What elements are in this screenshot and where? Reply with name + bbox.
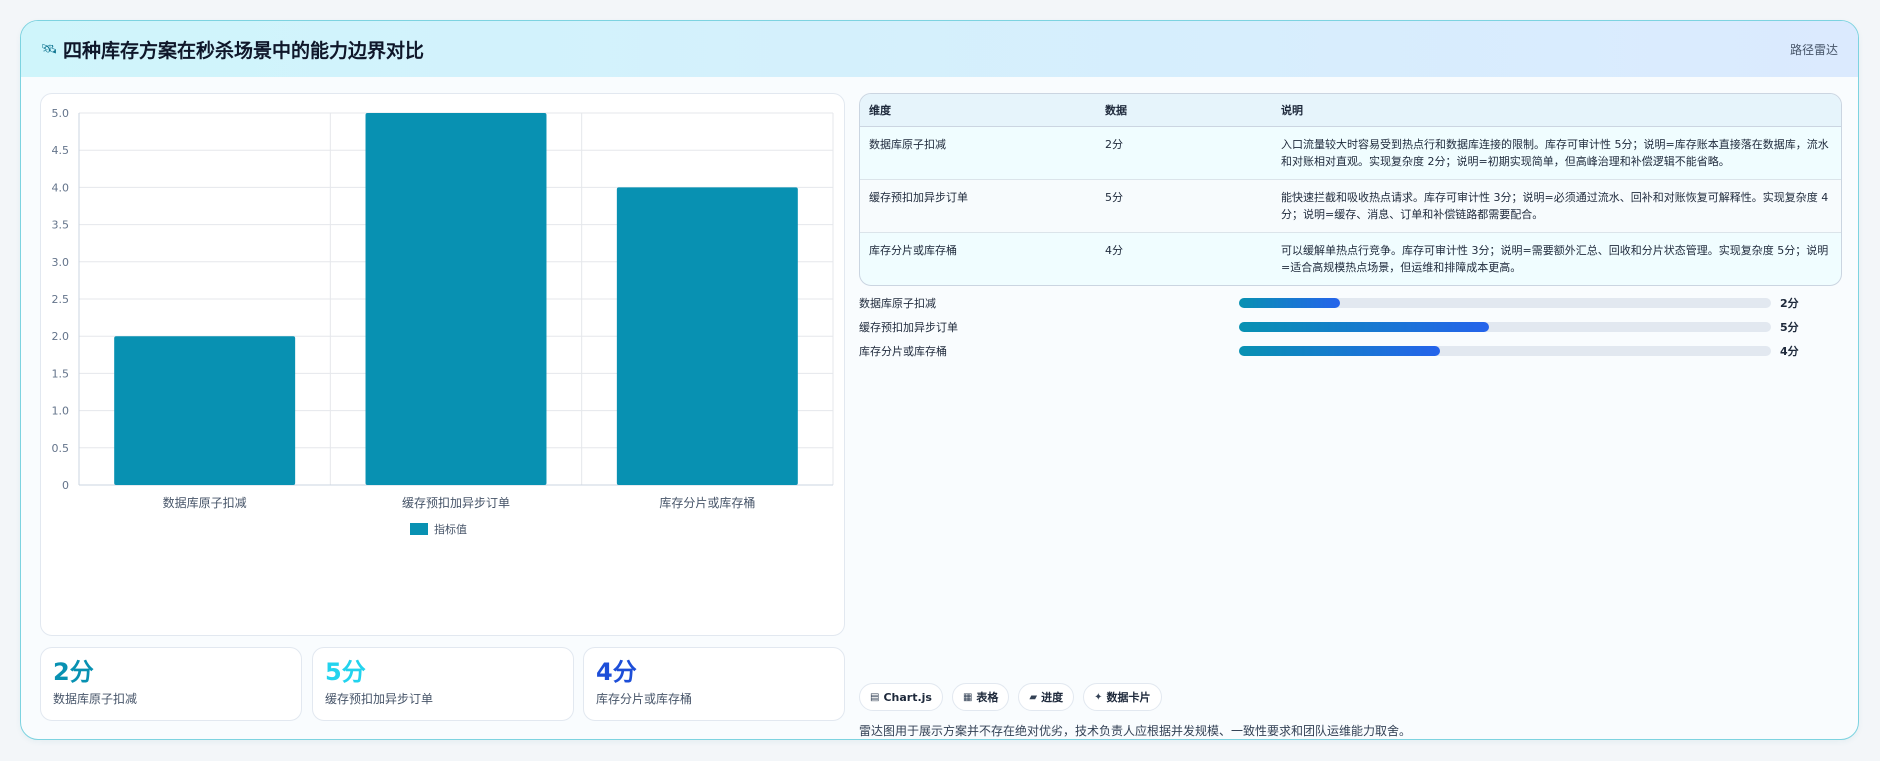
- main-card: 🛰 四种库存方案在秒杀场景中的能力边界对比 路径雷达 0 0.5 1.0 1.5 2.0…: [20, 20, 1859, 740]
- progress-value: 4分: [1780, 345, 1799, 358]
- y-tick-label: 1.5: [52, 367, 70, 380]
- cell-dimension: 库存分片或库存桶: [869, 243, 957, 257]
- progress-fill: [1239, 298, 1341, 308]
- chip-progress[interactable]: ▰ 进度: [1018, 683, 1075, 711]
- feature-chips: ▤ Chart.js ▦ 表格 ▰ 进度 ✦ 数据卡片: [859, 683, 1162, 711]
- table-header-row: 维度 数据 说明: [860, 94, 1841, 127]
- cell-data: 5分: [1096, 179, 1272, 233]
- stat-label-2: 缓存预扣加异步订单: [325, 692, 434, 706]
- comparison-table: 维度 数据 说明 数据库原子扣减 2分 入口流量较大时容易受到热点行和数据库连接…: [859, 93, 1842, 286]
- cell-data: 4分: [1105, 243, 1123, 257]
- stat-label-1: 数据库原子扣减: [53, 692, 138, 706]
- progress-value: 2分: [1780, 297, 1799, 310]
- progress-fill: [1239, 322, 1490, 332]
- table-row: 数据库原子扣减 2分 入口流量较大时容易受到热点行和数据库连接的限制。库存可审计…: [860, 126, 1841, 180]
- title-wrap: 🛰 四种库存方案在秒杀场景中的能力边界对比: [41, 36, 424, 63]
- bar: [114, 336, 296, 485]
- cell-note: 入口流量较大时容易受到热点行和数据库连接的限制。库存可审计性 5分；说明=库存账…: [1272, 126, 1841, 180]
- col-header-data: 数据: [1096, 94, 1272, 127]
- legend-label: 指标值: [434, 522, 467, 536]
- bar: [365, 113, 547, 485]
- col-header-dimension: 维度: [860, 94, 1096, 127]
- legend-swatch: [410, 523, 428, 535]
- bar: [616, 187, 798, 485]
- x-tick-label: 缓存预扣加异步订单: [402, 496, 510, 510]
- progress-value: 5分: [1780, 321, 1799, 334]
- y-tick-label: 3.0: [52, 256, 70, 269]
- chip-data-card[interactable]: ✦ 数据卡片: [1083, 683, 1162, 711]
- y-tick-label: 4.5: [52, 144, 70, 157]
- sparkle-icon: ✦: [1094, 691, 1103, 703]
- y-tick-label: 5.0: [52, 107, 70, 120]
- cell-data: 2分: [1096, 126, 1272, 180]
- progress-track: [1239, 346, 1771, 356]
- progress-row: 缓存预扣加异步订单 5分: [859, 315, 1842, 339]
- y-tick-label: 4.0: [52, 181, 70, 194]
- y-tick-label: 0: [62, 479, 69, 492]
- progress-track: [1239, 298, 1771, 308]
- chip-table[interactable]: ▦ 表格: [951, 683, 1010, 711]
- cell-dimension: 数据库原子扣减: [860, 126, 1096, 180]
- chip-label: 进度: [1041, 691, 1064, 704]
- header-tag: 路径雷达: [1789, 42, 1838, 57]
- header: 🛰 四种库存方案在秒杀场景中的能力边界对比 路径雷达: [21, 21, 1858, 77]
- stat-label-3: 库存分片或库存桶: [596, 692, 693, 706]
- x-tick-label: 数据库原子扣减: [163, 495, 247, 510]
- chip-label: Chart.js: [883, 690, 932, 704]
- table-row: 库存分片或库存桶 4分 可以缓解单热点行竞争。库存可审计性 3分；说明=需要额外…: [860, 232, 1841, 285]
- stat-value-3: 4分: [596, 658, 637, 686]
- stat-value-2: 5分: [325, 658, 366, 686]
- y-tick-label: 1.0: [52, 405, 70, 418]
- progress-fill: [1239, 346, 1440, 356]
- chip-label: 数据卡片: [1106, 691, 1151, 704]
- table-row: 缓存预扣加异步订单 5分 能快速拦截和吸收热点请求。库存可审计性 3分；说明=必…: [860, 179, 1841, 233]
- bar-chart-panel: 0 0.5 1.0 1.5 2.0 2.5 3.0 3.5 4.0 4.5 5.0 数据库原子扣减 缓存…: [40, 93, 845, 636]
- bar-chart: 0 0.5 1.0 1.5 2.0 2.5 3.0 3.5 4.0 4.5 5.0 数据库原子扣减 缓存…: [52, 107, 834, 536]
- chart-icon: ▤: [870, 691, 880, 703]
- progress-label: 数据库原子扣减: [859, 297, 936, 310]
- progress-track: [1239, 322, 1771, 332]
- y-tick-label: 2.5: [52, 293, 70, 306]
- y-tick-label: 2.0: [52, 330, 70, 343]
- chip-chartjs[interactable]: ▤ Chart.js: [859, 683, 943, 711]
- table-icon: ▦: [962, 691, 973, 703]
- progress-label: 缓存预扣加异步订单: [859, 321, 958, 334]
- cell-note: 能快速拦截和吸收热点请求。库存可审计性 3分；说明=必须通过流水、回补和对账恢复…: [1272, 179, 1841, 233]
- progress-label: 库存分片或库存桶: [859, 345, 947, 358]
- page-title: 四种库存方案在秒杀场景中的能力边界对比: [63, 39, 425, 62]
- stat-card-3: 4分 库存分片或库存桶: [583, 647, 845, 721]
- satellite-icon: 🛰: [41, 41, 58, 57]
- stat-card-1: 2分 数据库原子扣减: [40, 647, 302, 721]
- cell-note: 可以缓解单热点行竞争。库存可审计性 3分；说明=需要额外汇总、回收和分片状态管理…: [1281, 243, 1829, 274]
- y-tick-label: 0.5: [52, 442, 70, 455]
- progress-icon: ▰: [1029, 691, 1038, 703]
- progress-list: 数据库原子扣减 2分 缓存预扣加异步订单 5分 库存分片或库存桶 4分: [859, 291, 1842, 363]
- col-header-note: 说明: [1272, 94, 1841, 127]
- y-tick-label: 3.5: [52, 219, 70, 232]
- progress-row: 库存分片或库存桶 4分: [859, 339, 1842, 363]
- progress-row: 数据库原子扣减 2分: [859, 291, 1842, 315]
- chip-label: 表格: [976, 691, 999, 704]
- footnote: 雷达图用于展示方案并不存在绝对优劣，技术负责人应根据并发规模、一致性要求和团队运…: [859, 724, 1412, 738]
- x-tick-label: 库存分片或库存桶: [659, 495, 755, 510]
- stat-value-1: 2分: [53, 658, 94, 686]
- stat-card-2: 5分 缓存预扣加异步订单: [312, 647, 574, 721]
- cell-dimension: 缓存预扣加异步订单: [860, 179, 1096, 233]
